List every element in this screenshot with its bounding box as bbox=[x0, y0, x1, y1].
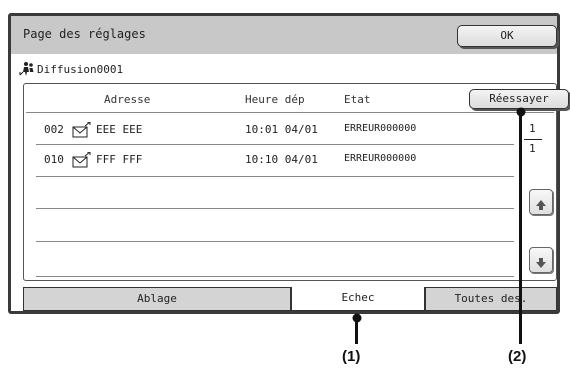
row-status: ERREUR000000 bbox=[344, 123, 417, 134]
scroll-up-button[interactable] bbox=[529, 189, 553, 215]
callout-2-line bbox=[519, 108, 522, 344]
tab-ablage[interactable]: Ablage bbox=[23, 287, 291, 311]
title-bar: Page des réglages OK bbox=[11, 16, 557, 54]
row-status: ERREUR000000 bbox=[344, 153, 417, 164]
row-address: EEE EEE bbox=[96, 123, 143, 136]
row-time: 10:10 04/01 bbox=[245, 153, 318, 166]
row-time: 10:01 04/01 bbox=[245, 123, 318, 136]
row-divider bbox=[36, 176, 514, 177]
table-row[interactable]: 002 EEE EEE 10:01 04/01 ERREUR000000 bbox=[26, 113, 514, 144]
job-list: Adresse Heure dép Etat Réessayer 002 EEE… bbox=[23, 83, 569, 281]
row-divider bbox=[36, 241, 514, 242]
row-number: 010 bbox=[44, 153, 64, 166]
scroll-down-button[interactable] bbox=[529, 247, 553, 273]
page-fraction-line bbox=[524, 139, 542, 140]
email-send-icon bbox=[72, 151, 92, 168]
page-title: Page des réglages bbox=[23, 27, 146, 41]
broadcast-group-icon bbox=[19, 61, 35, 77]
arrow-up-icon bbox=[535, 196, 547, 210]
row-address: FFF FFF bbox=[96, 153, 143, 166]
callout-2-label: (2) bbox=[508, 348, 527, 365]
column-header-status: Etat bbox=[344, 93, 371, 106]
email-send-icon bbox=[72, 121, 92, 138]
row-divider bbox=[36, 276, 514, 277]
page-total: 1 bbox=[529, 142, 536, 155]
page-current: 1 bbox=[529, 122, 536, 135]
table-row[interactable]: 010 FFF FFF 10:10 04/01 ERREUR000000 bbox=[26, 145, 514, 176]
callout-1-label: (1) bbox=[342, 348, 361, 365]
column-header-time: Heure dép bbox=[245, 93, 305, 106]
row-divider bbox=[36, 208, 514, 209]
settings-panel: Page des réglages OK Diffusion0001 Adres… bbox=[8, 13, 569, 314]
row-number: 002 bbox=[44, 123, 64, 136]
callout-1-line bbox=[355, 314, 358, 344]
arrow-down-icon bbox=[535, 254, 547, 268]
destination-name: Diffusion0001 bbox=[37, 63, 124, 76]
column-header-address: Adresse bbox=[104, 93, 151, 106]
tab-toutes-destinations[interactable]: Toutes des. bbox=[425, 287, 557, 311]
ok-button[interactable]: OK bbox=[457, 25, 557, 47]
